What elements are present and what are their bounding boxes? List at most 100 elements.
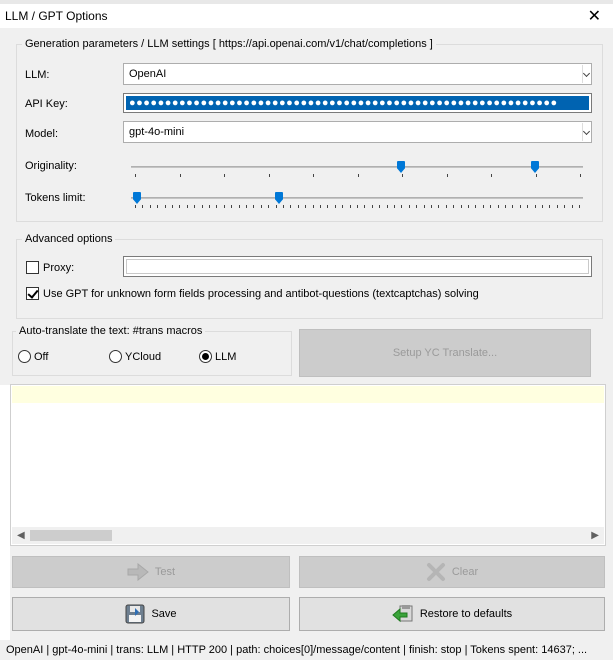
slider-tick [519, 205, 521, 208]
slider-tick [438, 205, 440, 208]
translate-ycloud-label: YCloud [125, 351, 162, 363]
translate-llm-radio[interactable] [199, 350, 212, 363]
api-key-masked-value: ●●●●●●●●●●●●●●●●●●●●●●●●●●●●●●●●●●●●●●●●… [126, 96, 589, 110]
originality-slider-track[interactable] [131, 166, 583, 168]
translate-off-radio[interactable] [18, 350, 31, 363]
slider-tick [201, 205, 203, 208]
slider-tick [164, 205, 166, 208]
llm-label: LLM: [25, 69, 50, 81]
proxy-input-inner [126, 259, 589, 274]
save-button[interactable]: Save [12, 597, 290, 631]
slider-tick [357, 174, 359, 177]
slider-tick [231, 205, 233, 208]
log-horizontal-scrollbar[interactable]: ◀ ▶ [12, 527, 604, 544]
slider-tick [297, 205, 299, 208]
setup-yc-translate-button[interactable]: Setup YC Translate... [299, 329, 591, 377]
slider-tick [505, 205, 506, 208]
slider-tick [135, 174, 136, 177]
translate-ycloud-radio[interactable] [109, 350, 122, 363]
slider-tick [535, 174, 537, 177]
slider-tick [580, 174, 581, 177]
slider-tick [534, 205, 536, 208]
slider-tick [416, 205, 418, 208]
arrow-right-icon [127, 563, 149, 581]
api-key-label: API Key: [25, 98, 68, 110]
restore-defaults-label: Restore to defaults [419, 608, 513, 620]
slider-tick [423, 205, 425, 208]
slider-tick [408, 205, 410, 208]
test-button[interactable]: Test [12, 556, 290, 588]
slider-tick [364, 205, 366, 208]
slider-tick [216, 205, 218, 208]
model-label: Model: [25, 128, 59, 140]
slider-tick [186, 205, 188, 208]
tokens-slider-track[interactable] [131, 197, 583, 199]
slider-tick [260, 205, 262, 208]
chevron-down-icon[interactable] [582, 65, 590, 83]
proxy-input[interactable] [123, 256, 592, 277]
translate-off-label: Off [34, 351, 49, 363]
slider-tick [246, 205, 247, 208]
slider-tick [172, 205, 173, 208]
advanced-group-title: Advanced options [22, 233, 116, 245]
slider-tick [446, 174, 448, 177]
proxy-label: Proxy: [43, 262, 75, 274]
slider-tick [490, 205, 492, 208]
test-button-label: Test [154, 566, 176, 578]
slider-tick [275, 205, 277, 208]
slider-tick [327, 205, 329, 208]
slider-tick [179, 205, 181, 208]
model-select[interactable]: gpt-4o-mini [123, 121, 592, 143]
log-area[interactable]: ◀ ▶ [10, 384, 606, 546]
proxy-checkbox[interactable] [26, 261, 39, 274]
clear-button[interactable]: Clear [299, 556, 605, 588]
slider-tick [194, 205, 196, 208]
close-icon[interactable]: ✕ [588, 6, 601, 26]
slider-tick [349, 205, 351, 208]
slider-tick [305, 205, 307, 208]
slider-tick [157, 205, 159, 208]
slider-tick [497, 205, 499, 208]
slider-tick [209, 205, 210, 208]
slider-tick [290, 205, 292, 208]
slider-tick [542, 205, 543, 208]
scroll-left-icon[interactable]: ◀ [17, 530, 25, 541]
llm-select[interactable]: OpenAI [123, 63, 592, 85]
slider-tick [386, 205, 388, 208]
setup-yc-translate-label: Setup YC Translate... [392, 347, 498, 359]
restore-defaults-button[interactable]: Restore to defaults [299, 597, 605, 631]
slider-tick [401, 205, 403, 208]
slider-tick [571, 205, 573, 208]
scroll-right-icon[interactable]: ▶ [591, 530, 599, 541]
slider-tick [402, 174, 403, 177]
slider-tick [527, 205, 529, 208]
save-disk-icon [125, 604, 145, 624]
status-bar: OpenAI | gpt-4o-mini | trans: LLM | HTTP… [0, 640, 613, 660]
slider-tick [482, 205, 484, 208]
slider-tick [379, 205, 381, 208]
title-bar: LLM / GPT Options ✕ [0, 4, 613, 28]
use-gpt-checkbox[interactable] [26, 287, 39, 300]
tokens-limit-label: Tokens limit: [25, 192, 86, 204]
scroll-thumb[interactable] [30, 530, 112, 541]
generation-group-title: Generation parameters / LLM settings [ h… [22, 38, 436, 50]
slider-tick [179, 174, 181, 177]
slider-tick [312, 205, 314, 208]
slider-tick [224, 174, 225, 177]
slider-tick [431, 205, 432, 208]
originality-label: Originality: [25, 160, 77, 172]
x-clear-icon [426, 563, 445, 581]
advanced-group [16, 239, 603, 319]
translate-llm-label: LLM [215, 351, 237, 363]
slider-tick [579, 205, 580, 208]
slider-tick [238, 205, 240, 208]
slider-tick [394, 205, 395, 208]
slider-tick [223, 205, 225, 208]
slider-tick [556, 205, 558, 208]
api-key-input[interactable]: ●●●●●●●●●●●●●●●●●●●●●●●●●●●●●●●●●●●●●●●●… [123, 93, 592, 113]
chevron-down-icon[interactable] [582, 123, 590, 141]
slider-tick [512, 205, 514, 208]
slider-tick [475, 205, 477, 208]
use-gpt-label: Use GPT for unknown form fields processi… [43, 288, 479, 300]
slider-tick [135, 205, 136, 208]
